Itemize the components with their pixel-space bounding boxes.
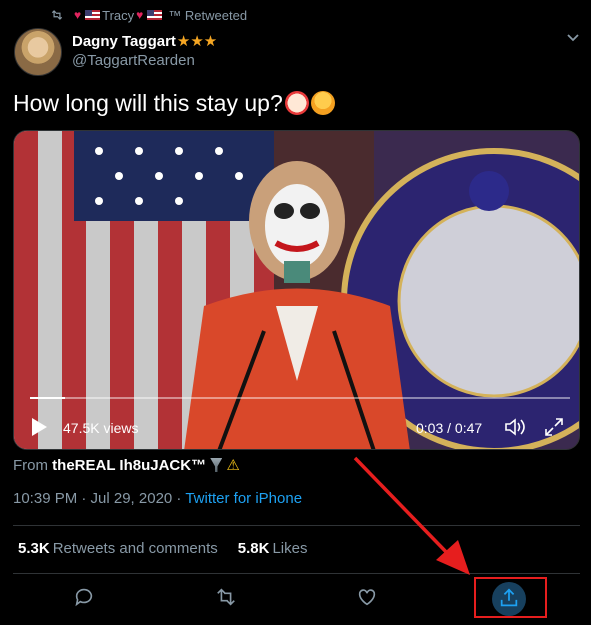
video-source[interactable]: From theREAL Ih8uJACK™ ⚠: [13, 456, 240, 474]
retweets-stat[interactable]: 5.3K Retweets and comments: [18, 540, 218, 557]
tweet-meta: 10:39 PM · Jul 29, 2020 · Twitter for iP…: [13, 490, 302, 507]
video-views: 47.5K views: [63, 420, 139, 436]
us-flag-emoji: [85, 10, 101, 20]
video-progress-fill: [30, 397, 65, 399]
divider: [13, 525, 580, 526]
retweets-count: 5.3K: [18, 540, 50, 557]
author-handle[interactable]: @TaggartRearden: [72, 52, 195, 69]
annotation-highlight-box: [474, 577, 547, 618]
source-account: theREAL Ih8uJACK™: [52, 457, 207, 474]
video-controls: 47.5K views 0:03 / 0:47: [14, 407, 579, 447]
us-flag-emoji: [147, 10, 163, 20]
tweet-text: How long will this stay up?: [13, 90, 335, 117]
chevron-down-icon[interactable]: [566, 33, 580, 43]
reply-icon[interactable]: [73, 586, 95, 608]
retweeted-label: ™ Retweeted: [168, 7, 248, 23]
retweeter-name: Tracy: [102, 7, 135, 23]
tweet-text-content: How long will this stay up?: [13, 90, 283, 116]
warning-emoji: ⚠: [226, 457, 240, 474]
heart-emoji-right: ♥: [136, 8, 144, 22]
video-progress-bar[interactable]: [30, 397, 570, 399]
retweet-action-icon[interactable]: [215, 586, 237, 608]
woman-tipping-hand-emoji: [310, 91, 335, 115]
volume-icon[interactable]: [504, 417, 526, 437]
play-icon[interactable]: [30, 417, 48, 437]
author-name-text: Dagny Taggart: [72, 33, 176, 50]
tweet-source-app[interactable]: Twitter for iPhone: [185, 490, 302, 507]
video-time: 0:03 / 0:47: [416, 420, 483, 436]
source-prefix: From: [13, 457, 48, 474]
like-icon[interactable]: [356, 586, 378, 608]
engagement-stats: 5.3K Retweets and comments 5.8K Likes: [18, 540, 307, 557]
retweet-icon: [51, 10, 63, 20]
likes-count: 5.8K: [237, 540, 270, 557]
fullscreen-icon[interactable]: [544, 417, 564, 437]
video-player[interactable]: 47.5K views 0:03 / 0:47: [13, 130, 580, 450]
clown-emoji: [284, 91, 309, 115]
avatar[interactable]: [14, 28, 62, 76]
author-display-name[interactable]: Dagny Taggart★★★: [72, 32, 217, 50]
likes-label: Likes: [272, 540, 308, 557]
retweets-label: Retweets and comments: [52, 540, 218, 557]
star-emojis: ★★★: [176, 33, 218, 50]
heart-emoji-left: ♥: [74, 8, 82, 22]
divider: [13, 573, 580, 574]
tweet-timestamp[interactable]: 10:39 PM · Jul 29, 2020 ·: [13, 490, 185, 507]
retweeted-by-row[interactable]: ♥ Tracy ♥ ™ Retweeted: [50, 6, 247, 24]
tornado-emoji: [210, 458, 223, 472]
likes-stat[interactable]: 5.8K Likes: [238, 540, 308, 557]
video-frame: [14, 131, 579, 449]
